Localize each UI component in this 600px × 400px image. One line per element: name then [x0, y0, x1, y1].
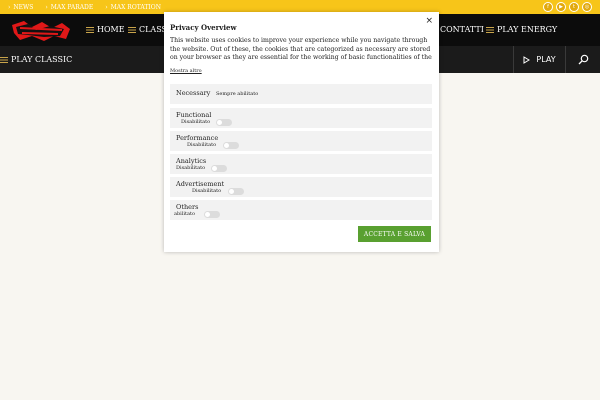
play-label: PLAY — [536, 55, 556, 64]
category-status: Disabilitato — [181, 119, 211, 125]
chevron-right-icon: › — [45, 3, 48, 11]
site-logo[interactable] — [10, 19, 72, 43]
menu-bars-icon — [86, 26, 94, 33]
category-toggle[interactable] — [204, 211, 220, 218]
category-toggle[interactable] — [223, 142, 239, 149]
twitter-icon[interactable]: t — [569, 2, 579, 12]
youtube-icon[interactable]: ▶ — [556, 2, 566, 12]
category-functional[interactable]: Functional Disabilitato — [170, 108, 432, 128]
accept-save-button[interactable]: ACCETTA E SALVA — [358, 226, 431, 242]
category-status: Disabilitato — [187, 142, 217, 148]
search-button[interactable] — [565, 46, 600, 73]
topbar-link-label: MAX PARADE — [50, 3, 94, 11]
category-toggle[interactable] — [211, 165, 227, 172]
close-icon[interactable]: × — [425, 16, 433, 26]
chevron-right-icon: › — [105, 3, 108, 11]
show-more-link[interactable]: Mostra altro — [170, 68, 202, 74]
topbar-link-label: NEWS — [13, 3, 34, 11]
category-advertisement[interactable]: Advertisement Disabilitato — [170, 177, 432, 197]
nav-play-energy[interactable]: PLAY ENERGY — [486, 25, 557, 34]
category-performance[interactable]: Performance Disabilitato — [170, 131, 432, 151]
category-status: Disabilitato — [192, 188, 222, 194]
modal-title: Privacy Overview — [170, 23, 237, 32]
category-status: Sempre abilitato — [216, 91, 259, 97]
category-name: Others — [176, 203, 199, 211]
privacy-modal: × Privacy Overview This website uses coo… — [164, 12, 439, 252]
modal-description: This website uses cookies to improve you… — [170, 37, 432, 62]
nav-label: PLAY CLASSIC — [11, 55, 73, 64]
nav-contatti[interactable]: CONTATTI — [440, 25, 484, 34]
facebook-icon[interactable]: f — [543, 2, 553, 12]
topbar-link-max-parade[interactable]: › MAX PARADE — [45, 4, 93, 11]
instagram-icon[interactable]: ◎ — [582, 2, 592, 12]
play-icon — [523, 55, 531, 64]
nav-home[interactable]: HOME — [86, 25, 125, 34]
category-necessary[interactable]: Necessary Sempre abilitato — [170, 84, 432, 104]
category-status: Disabilitato — [176, 165, 206, 171]
menu-bars-icon — [0, 56, 8, 63]
category-toggle[interactable] — [228, 188, 244, 195]
social-links: f ▶ t ◎ — [543, 2, 592, 12]
chevron-right-icon: › — [8, 3, 11, 11]
category-name: Performance — [176, 134, 219, 142]
nav-label: PLAY ENERGY — [497, 25, 558, 34]
play-button[interactable]: PLAY — [513, 46, 565, 73]
category-status: abilitato — [174, 211, 195, 217]
topbar-link-max-rotation[interactable]: › MAX ROTATION — [105, 4, 161, 11]
menu-bars-icon — [128, 26, 136, 33]
category-name: Analytics — [176, 157, 207, 165]
category-toggle[interactable] — [216, 119, 232, 126]
category-name: Functional — [176, 111, 212, 119]
nav-play-classic[interactable]: PLAY CLASSIC — [0, 55, 72, 64]
topbar-link-news[interactable]: › NEWS — [8, 4, 33, 11]
category-analytics[interactable]: Analytics Disabilitato — [170, 154, 432, 174]
nav-label: CONTATTI — [440, 25, 484, 34]
search-icon — [578, 54, 588, 65]
nav-label: HOME — [97, 25, 125, 34]
topbar-link-label: MAX ROTATION — [110, 3, 161, 11]
menu-bars-icon — [486, 26, 494, 33]
category-name: Advertisement — [176, 180, 225, 188]
category-name: Necessary — [176, 89, 211, 97]
category-others[interactable]: Others abilitato — [170, 200, 432, 220]
